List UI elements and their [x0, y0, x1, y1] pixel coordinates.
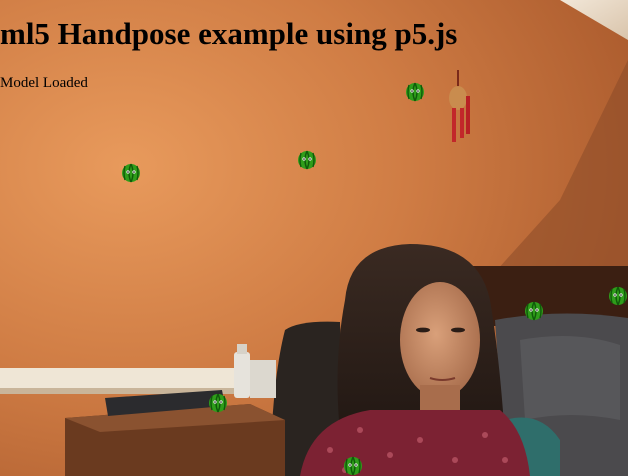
webcam-video [0, 0, 628, 476]
model-status-text: Model Loaded [0, 75, 88, 91]
watermelon-icon [297, 150, 317, 170]
watermelon-icon [208, 393, 228, 413]
watermelon-icon [608, 286, 628, 306]
watermelon-icon [405, 82, 425, 102]
watermelon-icon [524, 301, 544, 321]
p5-canvas-stage: ml5 Handpose example using p5.js Model L… [0, 0, 628, 476]
bottle [234, 352, 250, 398]
watermelon-icon [121, 163, 141, 183]
watermelon-icon [343, 456, 363, 476]
molding [0, 368, 250, 390]
page-title: ml5 Handpose example using p5.js [0, 16, 458, 51]
